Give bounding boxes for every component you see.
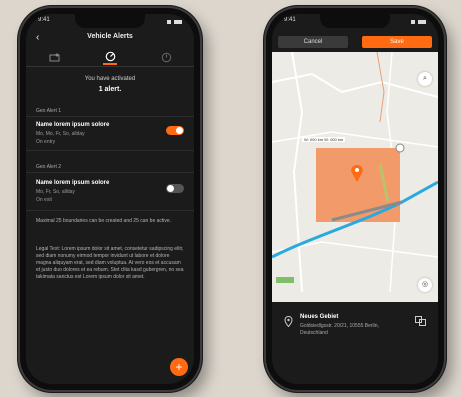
alert-name: Name lorem ipsum solore xyxy=(36,122,110,128)
page-title: Vehicle Alerts xyxy=(87,33,133,40)
phone-left: 9:41 ‹ Vehicle Alerts You have activated… xyxy=(18,6,202,392)
divider xyxy=(26,116,194,117)
alert-2-toggle[interactable] xyxy=(166,184,184,193)
alert-state: On exit xyxy=(36,197,52,203)
alert-name: Name lorem ipsum solore xyxy=(36,180,110,186)
edit-zone-icon[interactable] xyxy=(415,313,426,331)
phone-notch xyxy=(75,14,145,28)
limit-text: Maximal 25 boundaries can be created and… xyxy=(36,218,172,224)
location-card: Neues Gebiet Goldsiedlgsstr. 20/21, 1055… xyxy=(272,302,438,384)
place-name: Neues Gebiet xyxy=(300,314,339,320)
phone-right: 9:41 Cancel Save W: 000 km W: 000 km ⌕ ◎… xyxy=(264,6,446,392)
alert-tabs xyxy=(26,48,194,67)
place-address: Goldsiedlgsstr. 20/21, 10555 Berlin, Deu… xyxy=(300,323,379,336)
alert-1-toggle[interactable] xyxy=(166,126,184,135)
phone-notch xyxy=(320,14,390,28)
alert-days: Mo, Fr, So, allday xyxy=(36,189,75,195)
header: ‹ Vehicle Alerts xyxy=(26,30,194,46)
geo-fence-icon[interactable] xyxy=(47,50,61,64)
vehicle-alerts-screen: 9:41 ‹ Vehicle Alerts You have activated… xyxy=(26,14,194,384)
alert-state: On entry xyxy=(36,139,56,145)
activated-count: 1 alert. xyxy=(98,86,122,93)
activated-text: You have activated xyxy=(84,76,136,82)
time-gauge-icon[interactable] xyxy=(159,50,173,64)
status-time: 9:41 xyxy=(284,17,296,23)
location-pin-icon xyxy=(284,314,293,332)
map-view[interactable]: W: 000 km W: 000 km ⌕ ◎ xyxy=(272,52,438,302)
section-label: Geo Alert 1 xyxy=(36,108,62,114)
status-time: 9:41 xyxy=(38,17,50,23)
save-button[interactable]: Save xyxy=(362,36,432,48)
divider xyxy=(26,210,194,211)
section-label: Geo Alert 2 xyxy=(36,164,62,170)
search-icon[interactable]: ⌕ xyxy=(418,72,432,86)
map-graphics xyxy=(272,52,438,292)
add-alert-button[interactable]: + xyxy=(170,358,188,376)
map-edit-screen: 9:41 Cancel Save W: 000 km W: 000 km ⌕ ◎… xyxy=(272,14,438,384)
zone-dimensions: W: 000 km W: 000 km xyxy=(302,137,346,142)
divider xyxy=(26,172,194,173)
cancel-button[interactable]: Cancel xyxy=(278,36,348,48)
speed-gauge-icon[interactable] xyxy=(103,49,117,65)
status-icons xyxy=(411,17,426,27)
status-icons xyxy=(167,17,182,27)
alert-days: Mo, Mo, Fr, So, allday xyxy=(36,131,85,137)
divider xyxy=(26,150,194,151)
locate-icon[interactable]: ◎ xyxy=(418,278,432,292)
legal-text: Legal Text: Lorem ipsum dolor sit amet, … xyxy=(36,246,184,280)
